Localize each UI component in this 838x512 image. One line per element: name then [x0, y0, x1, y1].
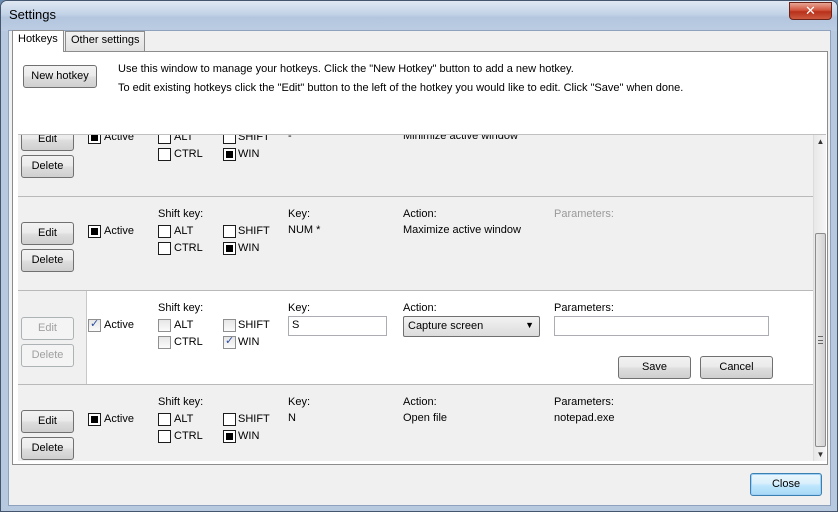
ctrl-checkbox[interactable]: [158, 430, 171, 443]
parameters-label: Parameters:: [554, 208, 614, 220]
tab-other-settings[interactable]: Other settings: [65, 31, 146, 51]
win-label: WIN: [238, 242, 260, 254]
parameters-label: Parameters:: [554, 302, 614, 314]
win-label: WIN: [238, 148, 260, 160]
check-icon: ✓: [225, 335, 235, 347]
ctrl-checkbox[interactable]: [158, 242, 171, 255]
shift-label: SHIFT: [238, 225, 270, 237]
alt-label: ALT: [174, 319, 194, 331]
key-label: Key:: [288, 396, 311, 408]
edit-button[interactable]: Edit: [21, 135, 74, 151]
alt-label: ALT: [174, 225, 194, 237]
shift-key-label: Shift key:: [158, 302, 204, 314]
hotkey-row: Edit Delete Active Shift key: ALT SHIFT …: [18, 385, 813, 461]
active-checkbox[interactable]: ✓: [88, 318, 101, 332]
new-hotkey-button[interactable]: New hotkey: [23, 65, 97, 88]
win-label: WIN: [238, 336, 260, 348]
hotkey-row: Edit Delete Active ALT SHIFT CTRL WIN - …: [18, 134, 813, 197]
active-checkbox[interactable]: [88, 413, 101, 426]
parameters-input[interactable]: [554, 316, 769, 336]
key-value: -: [288, 134, 292, 142]
action-value: Minimize active window: [403, 134, 518, 142]
ctrl-checkbox[interactable]: [158, 336, 171, 349]
action-label: Action:: [403, 208, 437, 220]
alt-checkbox[interactable]: [158, 319, 171, 332]
shift-key-label: Shift key:: [158, 396, 204, 408]
shift-checkbox[interactable]: [223, 225, 236, 238]
shift-label: SHIFT: [238, 413, 270, 425]
active-label: Active: [104, 134, 134, 143]
win-checkbox[interactable]: ✓: [223, 335, 236, 349]
shift-checkbox[interactable]: [223, 319, 236, 332]
delete-button[interactable]: Delete: [21, 437, 74, 460]
win-checkbox[interactable]: [223, 242, 236, 255]
delete-button[interactable]: Delete: [21, 249, 74, 272]
ctrl-checkbox[interactable]: [158, 148, 171, 161]
ctrl-label: CTRL: [174, 336, 203, 348]
win-checkbox[interactable]: [223, 148, 236, 161]
save-button[interactable]: Save: [618, 356, 691, 379]
action-select[interactable]: Capture screen ▼: [403, 316, 540, 337]
active-label: Active: [104, 413, 134, 425]
shift-label: SHIFT: [238, 134, 270, 143]
key-value: N: [288, 412, 296, 424]
edit-button[interactable]: Edit: [21, 222, 74, 245]
close-icon: ✕: [805, 3, 816, 18]
delete-button[interactable]: Delete: [21, 155, 74, 178]
cancel-button[interactable]: Cancel: [700, 356, 773, 379]
alt-checkbox[interactable]: [158, 135, 171, 144]
scroll-up-icon[interactable]: ▲: [814, 135, 826, 149]
key-input[interactable]: S: [288, 316, 387, 336]
active-label: Active: [104, 319, 134, 331]
edit-button[interactable]: Edit: [21, 410, 74, 433]
check-icon: ✓: [90, 318, 100, 330]
ctrl-label: CTRL: [174, 430, 203, 442]
action-value: Maximize active window: [403, 224, 521, 236]
shift-checkbox[interactable]: [223, 135, 236, 144]
hotkey-row-editing: Edit Delete ✓ Active Shift key: ALT SHIF…: [18, 291, 813, 385]
window-title: Settings: [9, 7, 56, 22]
chevron-down-icon: ▼: [525, 320, 534, 330]
parameters-label: Parameters:: [554, 396, 614, 408]
shift-label: SHIFT: [238, 319, 270, 331]
win-checkbox[interactable]: [223, 430, 236, 443]
active-label: Active: [104, 225, 134, 237]
intro-text-line2: To edit existing hotkeys click the "Edit…: [118, 82, 684, 94]
edit-button: Edit: [21, 317, 74, 340]
shift-key-label: Shift key:: [158, 208, 204, 220]
key-value: NUM *: [288, 224, 321, 236]
hotkeys-panel: New hotkey Use this window to manage you…: [12, 51, 828, 465]
scrollbar-thumb[interactable]: [815, 233, 826, 447]
vertical-scrollbar[interactable]: ▲ ▼: [813, 135, 826, 461]
hotkey-list: Edit Delete Active ALT SHIFT CTRL WIN - …: [18, 134, 826, 461]
key-label: Key:: [288, 302, 311, 314]
alt-checkbox[interactable]: [158, 225, 171, 238]
grip-icon: [818, 336, 823, 344]
win-label: WIN: [238, 430, 260, 442]
ctrl-label: CTRL: [174, 242, 203, 254]
key-label: Key:: [288, 208, 311, 220]
hotkey-row: Edit Delete Active Shift key: ALT SHIFT …: [18, 197, 813, 291]
action-value: Open file: [403, 412, 448, 424]
action-label: Action:: [403, 396, 437, 408]
title-bar: Settings ✕: [1, 1, 837, 31]
client-area: Hotkeys Other settings New hotkey Use th…: [8, 30, 831, 506]
window-close-button[interactable]: ✕: [789, 2, 832, 20]
alt-label: ALT: [174, 134, 194, 143]
active-checkbox[interactable]: [88, 135, 101, 144]
action-label: Action:: [403, 302, 437, 314]
close-button[interactable]: Close: [750, 473, 822, 496]
parameters-value: notepad.exe: [554, 412, 615, 424]
ctrl-label: CTRL: [174, 148, 203, 160]
active-checkbox[interactable]: [88, 225, 101, 238]
intro-text-line1: Use this window to manage your hotkeys. …: [118, 63, 574, 75]
alt-checkbox[interactable]: [158, 413, 171, 426]
tab-hotkeys[interactable]: Hotkeys: [12, 30, 64, 52]
scroll-down-icon[interactable]: ▼: [814, 448, 826, 461]
settings-window: Settings ✕ Hotkeys Other settings New ho…: [0, 0, 838, 512]
shift-checkbox[interactable]: [223, 413, 236, 426]
alt-label: ALT: [174, 413, 194, 425]
delete-button: Delete: [21, 344, 74, 367]
